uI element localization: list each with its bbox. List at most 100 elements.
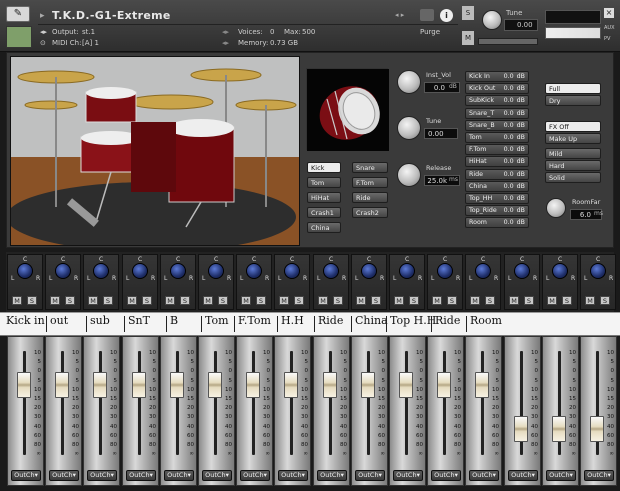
output-channel-button[interactable]: OutCh▾	[278, 470, 308, 481]
level-value[interactable]: 0.0 dB	[504, 109, 525, 118]
pan-knob[interactable]	[552, 263, 568, 279]
drum-button-snare[interactable]: Snare	[352, 162, 388, 173]
solo-button[interactable]: S	[65, 296, 75, 305]
mute-button[interactable]: M	[394, 296, 404, 305]
pan-slider[interactable]	[478, 38, 538, 45]
tune-knob[interactable]	[397, 116, 421, 140]
mute-button[interactable]: M	[585, 296, 595, 305]
level-row-3[interactable]: Snare_T 0.0 dB	[465, 107, 529, 119]
output-channel-button[interactable]: OutCh▾	[164, 470, 194, 481]
solid-button[interactable]: Solid	[545, 172, 601, 183]
output-channel-button[interactable]: OutCh▾	[317, 470, 347, 481]
output-channel-button[interactable]: OutCh▾	[431, 470, 461, 481]
camera-icon[interactable]	[420, 9, 434, 21]
solo-button[interactable]: S	[27, 296, 37, 305]
level-value[interactable]: 0.0 dB	[504, 170, 525, 179]
fader-knob[interactable]	[170, 372, 184, 398]
level-value[interactable]: 0.0 dB	[504, 121, 525, 130]
pan-knob[interactable]	[514, 263, 530, 279]
drum-button-ftom[interactable]: F.Tom	[352, 177, 388, 188]
mild-button[interactable]: Mild	[545, 148, 601, 159]
mute-button[interactable]: M	[127, 296, 137, 305]
level-value[interactable]: 0.0 dB	[504, 96, 525, 105]
pan-knob[interactable]	[55, 263, 71, 279]
output-channel-button[interactable]: OutCh▾	[393, 470, 423, 481]
solo-button[interactable]: S	[103, 296, 113, 305]
level-row-11[interactable]: Top_Ride 0.0 dB	[465, 205, 529, 217]
fader-knob[interactable]	[437, 372, 451, 398]
mute-button[interactable]: M	[432, 296, 442, 305]
inst-vol-knob[interactable]	[397, 70, 421, 94]
output-value[interactable]: st.1	[82, 28, 95, 36]
level-row-2[interactable]: SubKick 0.0 dB	[465, 95, 529, 107]
output-channel-button[interactable]: OutCh▾	[355, 470, 385, 481]
output-channel-button[interactable]: OutCh▾	[87, 470, 117, 481]
fader-knob[interactable]	[514, 416, 528, 442]
full-button[interactable]: Full	[545, 83, 601, 94]
pan-knob[interactable]	[590, 263, 606, 279]
level-value[interactable]: 0.0 dB	[504, 72, 525, 81]
level-value[interactable]: 0.0 dB	[504, 145, 525, 154]
drum-button-crash1[interactable]: Crash1	[307, 207, 341, 218]
mute-button[interactable]: M	[12, 296, 22, 305]
release-knob[interactable]	[397, 163, 421, 187]
level-row-4[interactable]: Snare_B 0.0 dB	[465, 119, 529, 131]
mute-button[interactable]: M	[462, 31, 474, 45]
fader-knob[interactable]	[132, 372, 146, 398]
wrench-icon[interactable]: ✎	[6, 6, 30, 22]
mute-button[interactable]: M	[356, 296, 366, 305]
mute-button[interactable]: M	[88, 296, 98, 305]
prev-next-arrows-icon[interactable]: ◂ ▸	[395, 11, 404, 19]
pan-knob[interactable]	[475, 263, 491, 279]
output-channel-button[interactable]: OutCh▾	[126, 470, 156, 481]
fader-knob[interactable]	[399, 372, 413, 398]
solo-button[interactable]: S	[447, 296, 457, 305]
output-channel-button[interactable]: OutCh▾	[11, 470, 41, 481]
output-channel-button[interactable]: OutCh▾	[202, 470, 232, 481]
output-channel-button[interactable]: OutCh▾	[469, 470, 499, 481]
output-channel-button[interactable]: OutCh▾	[240, 470, 270, 481]
level-row-5[interactable]: Tom 0.0 dB	[465, 131, 529, 143]
solo-button[interactable]: S	[562, 296, 572, 305]
level-value[interactable]: 0.0 dB	[504, 84, 525, 93]
pan-knob[interactable]	[399, 263, 415, 279]
drum-button-tom[interactable]: Tom	[307, 177, 341, 188]
roomfar-knob[interactable]	[546, 198, 566, 218]
fader-knob[interactable]	[246, 372, 260, 398]
info-icon[interactable]: i	[440, 9, 453, 22]
mute-button[interactable]: M	[203, 296, 213, 305]
output-arrows-icon[interactable]: ◂▸	[222, 28, 229, 36]
pan-knob[interactable]	[246, 263, 262, 279]
level-row-12[interactable]: Room 0.0 dB	[465, 217, 529, 229]
close-icon[interactable]: ×	[604, 8, 614, 18]
output-channel-button[interactable]: OutCh▾	[49, 470, 79, 481]
level-row-10[interactable]: Top_HH 0.0 dB	[465, 192, 529, 204]
volume-slider[interactable]	[545, 27, 601, 39]
output-channel-button[interactable]: OutCh▾	[584, 470, 614, 481]
level-value[interactable]: 0.0 dB	[504, 218, 525, 227]
mute-button[interactable]: M	[547, 296, 557, 305]
fader-knob[interactable]	[284, 372, 298, 398]
fader-knob[interactable]	[552, 416, 566, 442]
pan-knob[interactable]	[361, 263, 377, 279]
master-tune-value[interactable]: 0.00	[504, 19, 538, 31]
solo-button[interactable]: S	[485, 296, 495, 305]
make-up-button[interactable]: Make Up	[545, 133, 601, 144]
drum-button-ride[interactable]: Ride	[352, 192, 388, 203]
fader-knob[interactable]	[323, 372, 337, 398]
solo-button[interactable]: S	[600, 296, 610, 305]
level-value[interactable]: 0.0 dB	[504, 157, 525, 166]
tune-value[interactable]: 0.00	[424, 128, 458, 139]
drum-button-kick[interactable]: Kick	[307, 162, 341, 173]
pan-knob[interactable]	[93, 263, 109, 279]
level-value[interactable]: 0.0 dB	[504, 194, 525, 203]
fader-knob[interactable]	[55, 372, 69, 398]
level-row-0[interactable]: Kick In 0.0 dB	[465, 71, 529, 82]
solo-button[interactable]: S	[218, 296, 228, 305]
output-channel-button[interactable]: OutCh▾	[546, 470, 576, 481]
fader-knob[interactable]	[475, 372, 489, 398]
solo-button[interactable]: S	[409, 296, 419, 305]
mute-button[interactable]: M	[470, 296, 480, 305]
purge-button[interactable]: Purge	[420, 28, 440, 36]
pan-knob[interactable]	[323, 263, 339, 279]
